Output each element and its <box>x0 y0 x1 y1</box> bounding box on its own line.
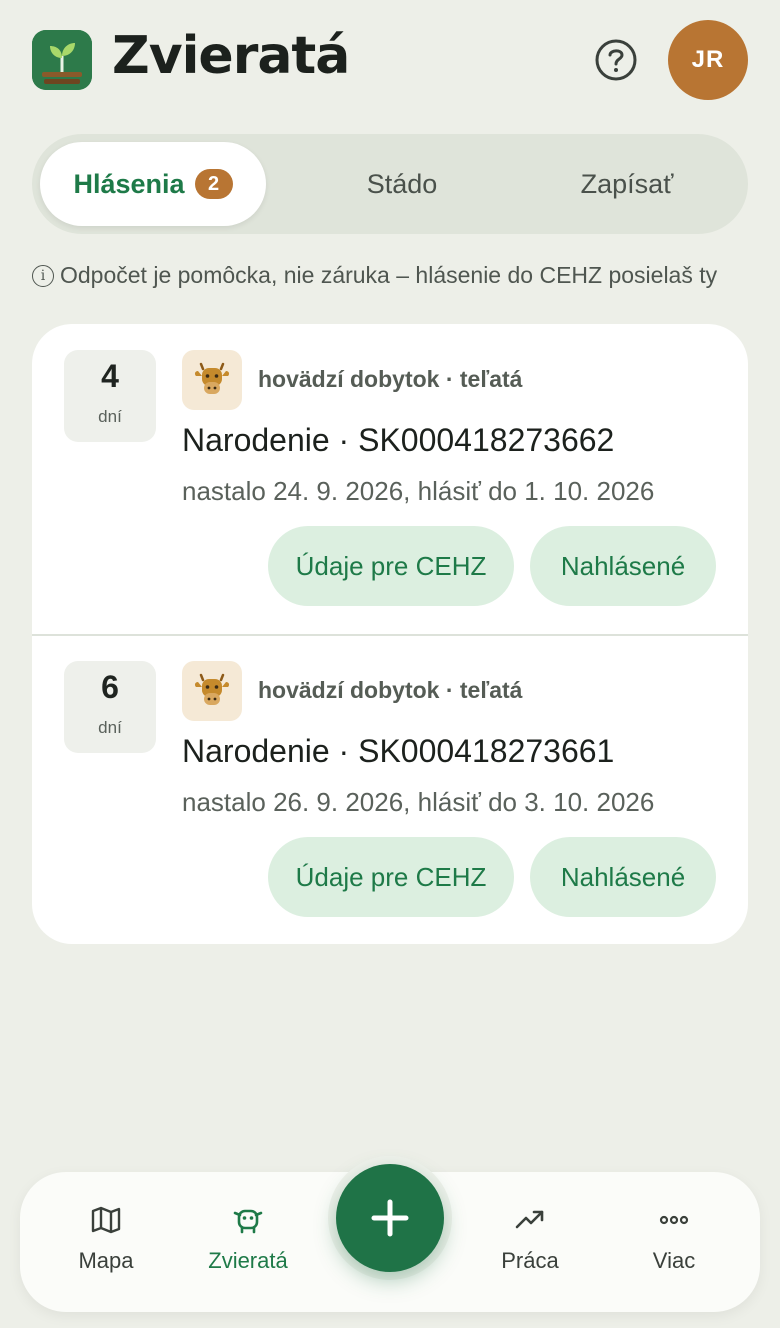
cow-icon <box>188 1202 308 1238</box>
report-item: 4 dní hovädzí dobytok · teľatá Narodenie… <box>32 324 748 634</box>
avatar[interactable]: JR <box>668 20 748 100</box>
nav-item-viac[interactable]: Viac <box>614 1202 734 1274</box>
tab-stado[interactable]: Stádo <box>302 142 502 226</box>
help-button[interactable] <box>594 38 638 82</box>
tab-bar: Hlásenia 2 Stádo Zapísať <box>32 134 748 234</box>
header: Zvieratá JR <box>0 0 780 120</box>
days-number: 4 <box>101 358 119 394</box>
page-title: Zvieratá <box>112 26 350 86</box>
tab-label: Hlásenia <box>73 168 185 199</box>
more-horizontal-icon <box>614 1202 734 1238</box>
days-countdown: 4 dní <box>64 350 156 442</box>
nav-item-zvierata[interactable]: Zvieratá <box>188 1202 308 1274</box>
mark-reported-button[interactable]: Nahlásené <box>530 837 716 917</box>
days-number: 6 <box>101 669 119 705</box>
nav-label: Mapa <box>78 1248 134 1273</box>
nav-label: Zvieratá <box>208 1248 288 1273</box>
tab-label: Zapísať <box>580 168 674 199</box>
help-circle-icon <box>595 39 637 81</box>
tab-label: Stádo <box>366 168 438 199</box>
cow-icon <box>182 350 242 410</box>
add-button[interactable] <box>336 1164 444 1272</box>
map-icon <box>46 1202 166 1238</box>
tab-zapisat[interactable]: Zapísať <box>532 142 722 226</box>
animal-category: hovädzí dobytok · teľatá <box>258 677 523 703</box>
nav-item-praca[interactable]: Práca <box>470 1202 590 1274</box>
nav-label: Viac <box>652 1248 696 1273</box>
tab-hlasenia[interactable]: Hlásenia 2 <box>40 142 266 226</box>
disclaimer-notice: i Odpočet je pomôcka, nie záruka – hláse… <box>32 262 717 289</box>
report-item: 6 dní hovädzí dobytok · teľatá Narodenie… <box>32 635 748 944</box>
mark-reported-button[interactable]: Nahlásené <box>530 526 716 606</box>
days-unit: dní <box>98 718 122 737</box>
sprout-icon <box>32 30 92 90</box>
days-countdown: 6 dní <box>64 661 156 753</box>
reports-card: 4 dní hovädzí dobytok · teľatá Narodenie… <box>32 324 748 944</box>
animal-category: hovädzí dobytok · teľatá <box>258 366 523 392</box>
days-unit: dní <box>98 407 122 426</box>
trending-up-icon <box>470 1202 590 1238</box>
notice-text: Odpočet je pomôcka, nie záruka – hláseni… <box>60 262 718 288</box>
event-dates: nastalo 24. 9. 2026, hlásiť do 1. 10. 20… <box>182 476 655 506</box>
plus-icon <box>371 1199 409 1237</box>
event-title: Narodenie · SK000418273661 <box>182 733 615 769</box>
tab-badge: 2 <box>194 169 233 199</box>
cow-icon <box>182 661 242 721</box>
app-screen: Zvieratá JR Hlásenia 2 Stádo Zapísať i O… <box>0 0 780 1328</box>
cehz-data-button[interactable]: Údaje pre CEHZ <box>268 526 514 606</box>
event-dates: nastalo 26. 9. 2026, hlásiť do 3. 10. 20… <box>182 787 655 817</box>
nav-item-mapa[interactable]: Mapa <box>46 1202 166 1274</box>
nav-label: Práca <box>501 1248 559 1273</box>
cehz-data-button[interactable]: Údaje pre CEHZ <box>268 837 514 917</box>
event-title: Narodenie · SK000418273662 <box>182 422 615 458</box>
info-icon: i <box>32 264 54 287</box>
